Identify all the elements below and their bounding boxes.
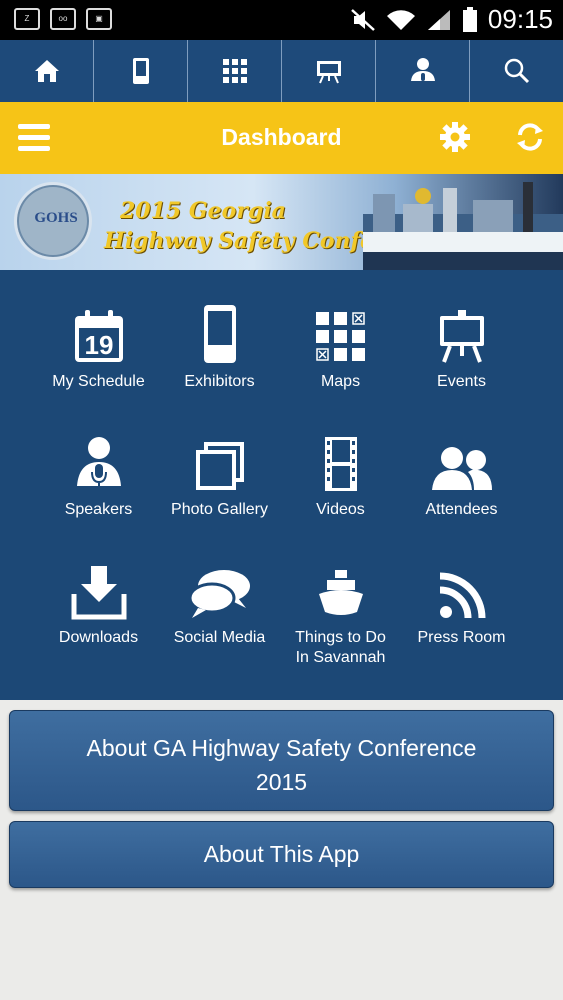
gear-icon[interactable] xyxy=(440,122,470,152)
about-app-button[interactable]: About This App xyxy=(9,821,554,888)
attendees-icon xyxy=(431,447,492,490)
nav-search-button[interactable] xyxy=(470,40,563,102)
signal-icon xyxy=(427,9,450,30)
calendar-icon: 19 xyxy=(74,310,123,362)
nav-speakers-button[interactable] xyxy=(376,40,470,102)
about-conference-label-line2: 2015 xyxy=(255,769,308,795)
tile-label: Social Media xyxy=(173,629,266,646)
screen-icon: ▣ xyxy=(86,8,112,30)
clock: 09:15 xyxy=(487,4,553,34)
about-conference-label-line1: About GA Highway Safety Conference xyxy=(86,735,477,761)
tile-label: Attendees xyxy=(425,501,498,518)
chat-bubbles-icon xyxy=(188,570,250,618)
voicemail-icon: oo xyxy=(50,8,76,30)
tile-attendees[interactable]: Attendees xyxy=(401,430,522,520)
exhibitors-icon xyxy=(132,58,149,84)
maps-icon xyxy=(315,312,365,361)
tile-label: Exhibitors xyxy=(184,373,255,390)
speaker-icon xyxy=(76,437,121,490)
easel-icon xyxy=(316,61,341,84)
about-conference-button[interactable]: About GA Highway Safety Conference 2015 xyxy=(9,710,554,811)
tile-social-media[interactable]: Social Media xyxy=(159,558,280,648)
tile-downloads[interactable]: Downloads xyxy=(38,558,159,648)
tile-my-schedule[interactable]: 19 My Schedule xyxy=(38,302,159,392)
tile-speakers[interactable]: Speakers xyxy=(38,430,159,520)
home-icon xyxy=(34,60,59,82)
nav-home-button[interactable] xyxy=(0,40,94,102)
tile-label: Press Room xyxy=(417,629,506,646)
photos-icon xyxy=(195,442,244,490)
speaker-icon xyxy=(410,58,435,81)
rss-icon xyxy=(439,572,485,619)
easel-icon xyxy=(439,310,484,363)
wifi-icon xyxy=(386,9,415,30)
maps-icon xyxy=(222,59,247,83)
tile-label: My Schedule xyxy=(52,373,145,390)
tile-things-to-do[interactable]: Things to Do In Savannah xyxy=(280,558,401,668)
conference-banner: GOHS 2015 Georgia Highway Safety Confere… xyxy=(0,174,563,270)
nav-exhibitors-button[interactable] xyxy=(94,40,188,102)
tile-exhibitors[interactable]: Exhibitors xyxy=(159,302,280,392)
svg-text:19: 19 xyxy=(84,330,113,360)
tile-maps[interactable]: Maps xyxy=(280,302,401,392)
top-nav xyxy=(0,40,563,102)
tile-label: Events xyxy=(437,373,486,390)
tile-label: Photo Gallery xyxy=(171,501,268,518)
phone-icon xyxy=(203,305,236,363)
dashboard-grid: 19 My Schedule Exhibitors Maps Events Sp… xyxy=(0,270,563,700)
tile-label-line1: Things to Do xyxy=(295,629,386,646)
tile-events[interactable]: Events xyxy=(401,302,522,392)
download-icon xyxy=(71,566,126,620)
status-bar: Z oo ▣ 09:15 xyxy=(0,0,563,40)
nav-events-button[interactable] xyxy=(282,40,376,102)
tile-label: Downloads xyxy=(58,629,139,646)
tile-label-line2: In Savannah xyxy=(295,649,386,666)
mute-icon xyxy=(351,8,375,31)
ship-icon xyxy=(318,570,363,615)
tile-label: Videos xyxy=(316,501,365,518)
nav-maps-button[interactable] xyxy=(188,40,282,102)
tile-press-room[interactable]: Press Room xyxy=(401,558,522,648)
refresh-icon[interactable] xyxy=(515,122,545,152)
tile-photo-gallery[interactable]: Photo Gallery xyxy=(159,430,280,520)
page-title: Dashboard xyxy=(221,124,342,150)
battery-icon xyxy=(462,6,477,32)
tile-videos[interactable]: Videos xyxy=(280,430,401,520)
tile-label: Speakers xyxy=(64,501,133,518)
banner-title-line1: 2015 Georgia xyxy=(120,198,286,224)
zone-icon: Z xyxy=(14,8,40,30)
dashboard-header: Dashboard xyxy=(0,102,563,174)
logo-text: GOHS xyxy=(34,210,78,226)
city-skyline-image xyxy=(363,182,563,270)
tile-label: Maps xyxy=(320,373,361,390)
search-icon xyxy=(504,58,529,84)
film-icon xyxy=(324,437,357,491)
